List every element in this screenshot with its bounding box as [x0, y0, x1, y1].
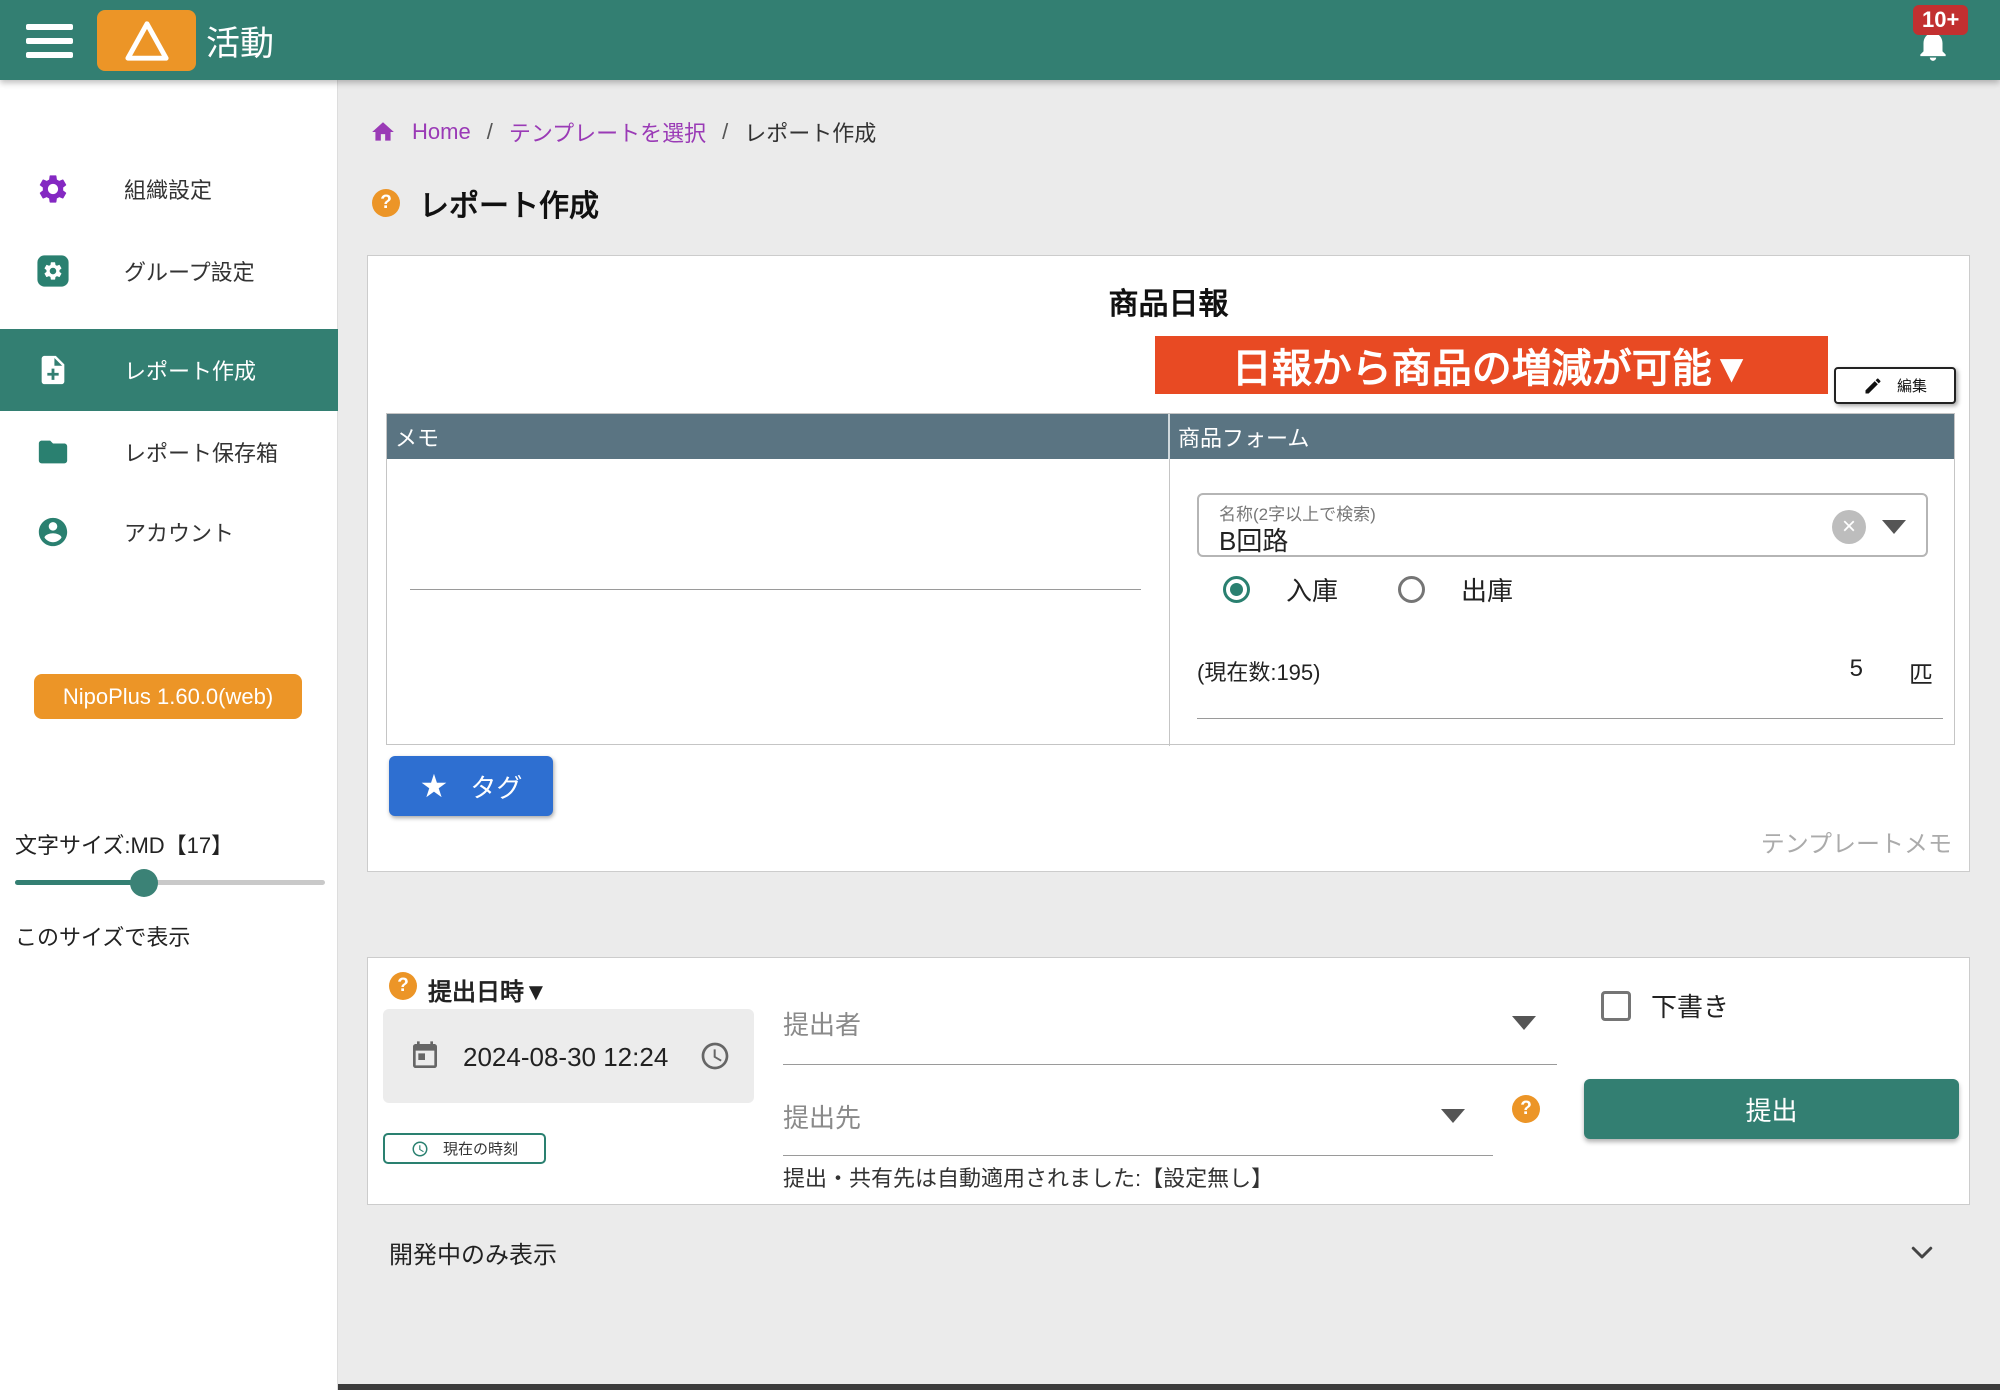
submit-card: ? 提出日時▼ 2024-08-30 12:24 現在の時刻 提出者 提出先 ?	[367, 957, 1970, 1205]
column-header-memo: メモ	[387, 414, 1170, 459]
template-title: 商品日報	[368, 279, 1969, 323]
datetime-picker[interactable]: 2024-08-30 12:24	[383, 1009, 754, 1103]
notifications[interactable]: 10+	[1900, 0, 1990, 80]
dropdown-caret-icon[interactable]	[1441, 1109, 1465, 1123]
notification-badge: 10+	[1913, 5, 1968, 35]
destination-label: 提出先	[783, 1098, 861, 1135]
current-time-label: 現在の時刻	[443, 1138, 518, 1159]
radio-outbound-label: 出庫	[1461, 571, 1513, 608]
draft-checkbox-row[interactable]: 下書き	[1601, 987, 1729, 1024]
clock-icon	[411, 1140, 429, 1158]
help-icon[interactable]: ?	[372, 189, 400, 217]
folder-icon	[36, 435, 70, 469]
top-bar: 活動 10+	[0, 0, 2000, 80]
fontsize-label: 文字サイズ:MD【17】	[15, 828, 233, 860]
sidebar-item-label: レポート作成	[124, 354, 256, 386]
current-time-button[interactable]: 現在の時刻	[383, 1133, 546, 1164]
edit-button[interactable]: 編集	[1834, 367, 1956, 404]
star-icon: ★	[420, 770, 449, 802]
sidebar-item-group-settings[interactable]: グループ設定	[0, 230, 338, 312]
tag-button-label: タグ	[470, 768, 522, 805]
auto-apply-note: 提出・共有先は自動適用されました:【設定無し】	[783, 1161, 1273, 1193]
radio-outbound[interactable]	[1398, 576, 1425, 603]
fontsize-slider-thumb[interactable]	[130, 869, 158, 897]
app-logo[interactable]	[97, 10, 196, 71]
datetime-value: 2024-08-30 12:24	[463, 1042, 668, 1073]
calendar-icon[interactable]	[409, 1040, 441, 1077]
product-search-field[interactable]: 名称(2字以上で検索) B回路 ×	[1197, 493, 1928, 557]
report-form-card: 商品日報 日報から商品の増減が可能▼ 編集 メモ 商品フォーム 名称(2字以上で…	[367, 255, 1970, 872]
sidebar-item-label: レポート保存箱	[124, 436, 278, 468]
breadcrumb: Home / テンプレートを選択 / レポート作成	[370, 116, 876, 148]
column-header-product-form: 商品フォーム	[1170, 414, 1954, 459]
sidebar-item-create-report[interactable]: レポート作成	[0, 329, 338, 411]
app-screen: 活動 10+ 組織設定 グループ設定 レポート作成	[0, 0, 2000, 1390]
quantity-value: 5	[1850, 655, 1863, 683]
radio-inbound[interactable]	[1223, 576, 1250, 603]
clear-icon[interactable]: ×	[1832, 510, 1866, 544]
grid-header-row: メモ 商品フォーム	[387, 414, 1954, 459]
breadcrumb-separator: /	[487, 119, 493, 145]
memo-input[interactable]	[410, 589, 1141, 590]
product-form-cell: 名称(2字以上で検索) B回路 × 入庫 出庫 (現在数:195) 5	[1170, 459, 1954, 746]
submitter-label: 提出者	[783, 1005, 861, 1042]
tag-button[interactable]: ★ タグ	[389, 756, 553, 816]
app-title: 活動	[206, 0, 274, 80]
breadcrumb-template-select[interactable]: テンプレートを選択	[509, 116, 706, 148]
help-icon[interactable]: ?	[389, 972, 417, 1000]
template-memo-label: テンプレートメモ	[1761, 824, 1952, 859]
gear-square-icon	[36, 254, 70, 288]
submitter-underline	[783, 1064, 1557, 1065]
quantity-input[interactable]	[1197, 718, 1943, 719]
sidebar-item-report-box[interactable]: レポート保存箱	[0, 411, 338, 493]
memo-cell	[387, 459, 1170, 746]
help-icon[interactable]: ?	[1512, 1095, 1540, 1123]
breadcrumb-current: レポート作成	[744, 116, 876, 148]
account-circle-icon	[36, 515, 70, 549]
sidebar: 組織設定 グループ設定 レポート作成 レポート保存箱 アカウント	[0, 80, 338, 1390]
sidebar-item-org-settings[interactable]: 組織設定	[0, 148, 338, 230]
submitter-select[interactable]: 提出者	[783, 998, 1557, 1068]
fontsize-note: このサイズで表示	[15, 920, 190, 952]
edit-button-label: 編集	[1897, 375, 1927, 396]
gear-icon	[36, 172, 70, 206]
destination-underline	[783, 1155, 1493, 1156]
stock-direction-radios: 入庫 出庫	[1223, 571, 1537, 608]
sidebar-item-account[interactable]: アカウント	[0, 491, 338, 573]
dev-only-expander[interactable]: 開発中のみ表示	[367, 1225, 1970, 1277]
breadcrumb-separator: /	[722, 119, 728, 145]
draft-checkbox[interactable]	[1601, 991, 1631, 1021]
hamburger-menu-icon[interactable]	[26, 24, 73, 58]
radio-inbound-label: 入庫	[1286, 571, 1338, 608]
page-title: レポート作成	[419, 181, 599, 225]
triangle-logo-icon	[124, 20, 170, 62]
version-button[interactable]: NipoPlus 1.60.0(web)	[34, 674, 302, 719]
draft-label: 下書き	[1651, 987, 1729, 1024]
submit-datetime-label[interactable]: 提出日時▼	[428, 972, 548, 1007]
pencil-icon	[1863, 376, 1883, 396]
grid-body-row: 名称(2字以上で検索) B回路 × 入庫 出庫 (現在数:195) 5	[387, 459, 1954, 746]
chevron-down-icon[interactable]	[1907, 1237, 1937, 1272]
breadcrumb-home[interactable]: Home	[412, 119, 471, 145]
fontsize-slider-fill	[15, 880, 144, 885]
file-plus-icon	[36, 353, 70, 387]
submit-button[interactable]: 提出	[1584, 1079, 1959, 1139]
clock-icon[interactable]	[699, 1040, 731, 1077]
dropdown-caret-icon[interactable]	[1882, 520, 1906, 534]
sidebar-item-label: アカウント	[124, 516, 234, 548]
sidebar-item-label: 組織設定	[124, 173, 212, 205]
report-grid: メモ 商品フォーム 名称(2字以上で検索) B回路 × 入庫	[386, 413, 1955, 745]
home-icon[interactable]	[370, 119, 396, 145]
current-stock-label: (現在数:195)	[1197, 655, 1320, 687]
dev-only-label: 開発中のみ表示	[389, 1235, 557, 1270]
destination-select[interactable]: 提出先	[783, 1091, 1493, 1161]
product-search-value: B回路	[1219, 521, 1288, 558]
quantity-unit: 匹	[1909, 655, 1933, 690]
annotation-banner: 日報から商品の増減が可能▼	[1155, 336, 1828, 394]
sidebar-item-label: グループ設定	[124, 255, 255, 287]
page-title-row: ? レポート作成	[372, 181, 599, 225]
dropdown-caret-icon[interactable]	[1512, 1016, 1536, 1030]
